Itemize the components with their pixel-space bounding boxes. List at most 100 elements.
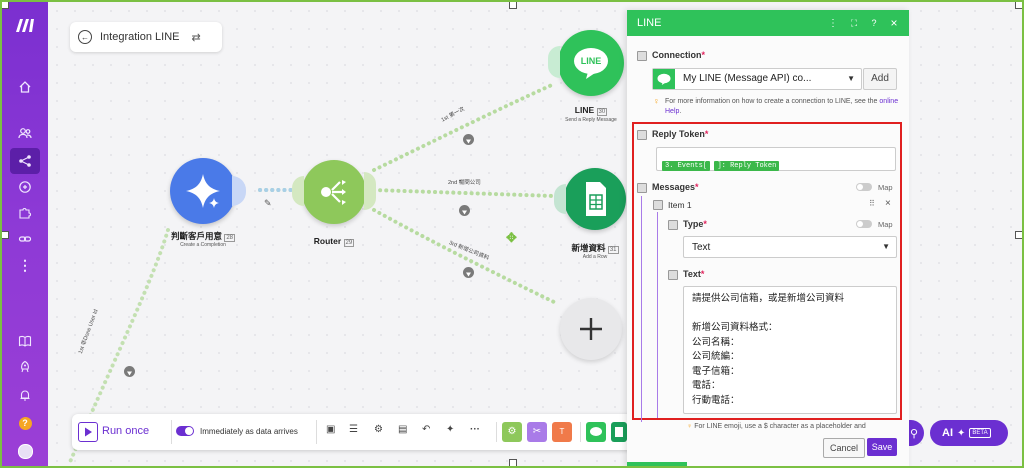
item-collapse-checkbox[interactable] <box>653 200 663 210</box>
resize-handle[interactable] <box>1015 231 1022 239</box>
text-textarea[interactable]: 請提供公司信箱，或是新增公司資料 新增公司資料格式： 公司名稱： 公司統編： 電子信箱… <box>683 286 897 414</box>
add-connection-button[interactable]: Add <box>863 68 897 90</box>
move-cursor-icon: ✥ <box>506 230 517 245</box>
emoji-hint: ♀ For LINE emoji, use a $ character as a… <box>687 423 866 430</box>
panel-footer-accent <box>627 462 687 466</box>
save-button[interactable]: Save <box>867 438 897 456</box>
router-right-handle[interactable] <box>364 172 376 210</box>
line-module-label: LINE 30 <box>574 105 608 116</box>
line-module-handle[interactable] <box>548 46 560 78</box>
cancel-button[interactable]: Cancel <box>823 438 865 458</box>
beta-badge: BETA <box>969 428 991 438</box>
text-line: 電子信箱： <box>692 365 740 377</box>
messages-collapse-checkbox[interactable] <box>637 183 647 193</box>
text-line: 新增公司資料格式： <box>692 322 778 333</box>
layout-icon[interactable]: ☰ <box>349 424 358 435</box>
undo-icon[interactable]: ↶ <box>422 424 430 435</box>
connection-collapse-checkbox[interactable] <box>637 51 647 61</box>
text-line: 公司統編： <box>692 351 740 362</box>
text-collapse-checkbox[interactable] <box>668 270 678 280</box>
text-line <box>692 307 844 322</box>
router-icon <box>321 180 346 205</box>
wrench-icon[interactable]: ✎ <box>264 198 272 209</box>
panel-close-icon[interactable]: × <box>887 16 901 30</box>
scenario-title-card[interactable]: ← Integration LINE ⇄ <box>70 22 222 52</box>
divider <box>316 420 317 444</box>
run-once-button[interactable]: Run once <box>102 425 149 437</box>
connection-select[interactable]: My LINE (Message API) co... ▼ <box>652 68 862 90</box>
divider <box>496 422 497 442</box>
chevron-down-icon: ▼ <box>847 74 855 83</box>
panel-title: LINE <box>637 17 662 29</box>
reply-token-input[interactable]: 3. Events[ ]: Reply Token <box>656 147 896 171</box>
ai-module[interactable] <box>170 158 236 224</box>
line-app-icon[interactable] <box>586 422 606 442</box>
item-label: Item 1 <box>668 200 692 210</box>
panel-header: LINE ⋮ ⛶ ? × <box>627 10 909 36</box>
sheets-app-icon[interactable] <box>611 422 627 442</box>
magic-wand-icon[interactable]: ✦ <box>446 424 454 435</box>
sheets-module-sub: Add a Row <box>582 254 608 260</box>
type-select[interactable]: Text ▼ <box>683 236 897 258</box>
sparkle-icon <box>186 174 220 208</box>
svg-text:LINE: LINE <box>581 56 602 66</box>
router-module[interactable] <box>302 160 366 224</box>
resize-handle[interactable] <box>2 231 9 239</box>
add-module-button[interactable] <box>560 298 622 360</box>
filter-icon[interactable] <box>124 366 135 377</box>
resize-handle[interactable] <box>509 459 517 466</box>
schedule-toggle[interactable] <box>176 426 194 436</box>
ai-label: AI <box>942 427 953 439</box>
resize-handle[interactable] <box>2 2 9 9</box>
panel-help-icon[interactable]: ? <box>867 18 881 28</box>
spreadsheet-icon <box>586 182 606 216</box>
line-module[interactable]: LINE <box>558 30 624 96</box>
filter-icon[interactable] <box>463 267 474 278</box>
reply-token-value: 3. Events[ ]: Reply Token <box>662 154 780 172</box>
run-once-icon[interactable] <box>78 422 98 442</box>
messages-map-toggle[interactable] <box>856 183 872 191</box>
resize-handle[interactable] <box>509 2 517 9</box>
router-left-handle[interactable] <box>292 176 304 206</box>
flow-control-icon[interactable]: ✂ <box>527 422 547 442</box>
more-options-icon[interactable]: ··· <box>470 424 480 435</box>
router-label: Router 29 <box>313 236 355 247</box>
plus-icon <box>580 318 602 340</box>
filter-icon[interactable] <box>463 134 474 145</box>
back-icon[interactable]: ← <box>78 30 92 44</box>
sheets-module-handle[interactable] <box>554 184 566 214</box>
type-collapse-checkbox[interactable] <box>668 220 678 230</box>
settings-icon[interactable]: ⚙ <box>374 424 383 435</box>
filter-icon[interactable] <box>459 205 470 216</box>
reply-token-collapse-checkbox[interactable] <box>637 130 647 140</box>
panel-menu-icon[interactable]: ⋮ <box>825 18 841 29</box>
sparkle-icon: ✦ <box>957 427 966 439</box>
sheets-module[interactable] <box>564 168 626 230</box>
ai-module-sub: Create a Completion <box>180 242 226 248</box>
connection-value: My LINE (Message API) co... <box>683 73 812 84</box>
swap-icon[interactable]: ⇄ <box>192 31 201 44</box>
tools-icon[interactable]: ⚙ <box>502 422 522 442</box>
text-line: 請提供公司信箱，或是新增公司資料 <box>692 293 845 304</box>
ai-module-label: 判斷客戶用意 28 <box>170 231 236 242</box>
remove-item-icon[interactable]: × <box>885 198 891 209</box>
expand-icon[interactable]: ⛶ <box>847 18 861 29</box>
save-icon[interactable]: ▣ <box>326 424 335 435</box>
text-parser-icon[interactable]: T <box>552 422 572 442</box>
chevron-down-icon: ▼ <box>882 242 890 251</box>
reply-token-label: Reply Token* <box>652 129 709 139</box>
resize-handle[interactable] <box>1015 2 1022 9</box>
item-tree-line <box>657 212 658 418</box>
ai-assistant-button[interactable]: AI ✦ BETA <box>930 420 1008 446</box>
drag-handle-icon[interactable]: ⠿ <box>869 199 875 208</box>
module-settings-panel: LINE ⋮ ⛶ ? × Connection* My LINE (Messag… <box>627 10 909 466</box>
divider <box>580 422 581 442</box>
type-map-label: Map <box>878 220 893 229</box>
type-label: Type* <box>683 219 707 229</box>
notes-icon[interactable]: ▤ <box>398 424 407 435</box>
messages-map-label: Map <box>878 183 893 192</box>
messages-tree-line <box>641 196 642 422</box>
type-map-toggle[interactable] <box>856 220 872 228</box>
type-value: Text <box>692 242 711 253</box>
scenario-title[interactable]: Integration LINE <box>100 31 180 43</box>
